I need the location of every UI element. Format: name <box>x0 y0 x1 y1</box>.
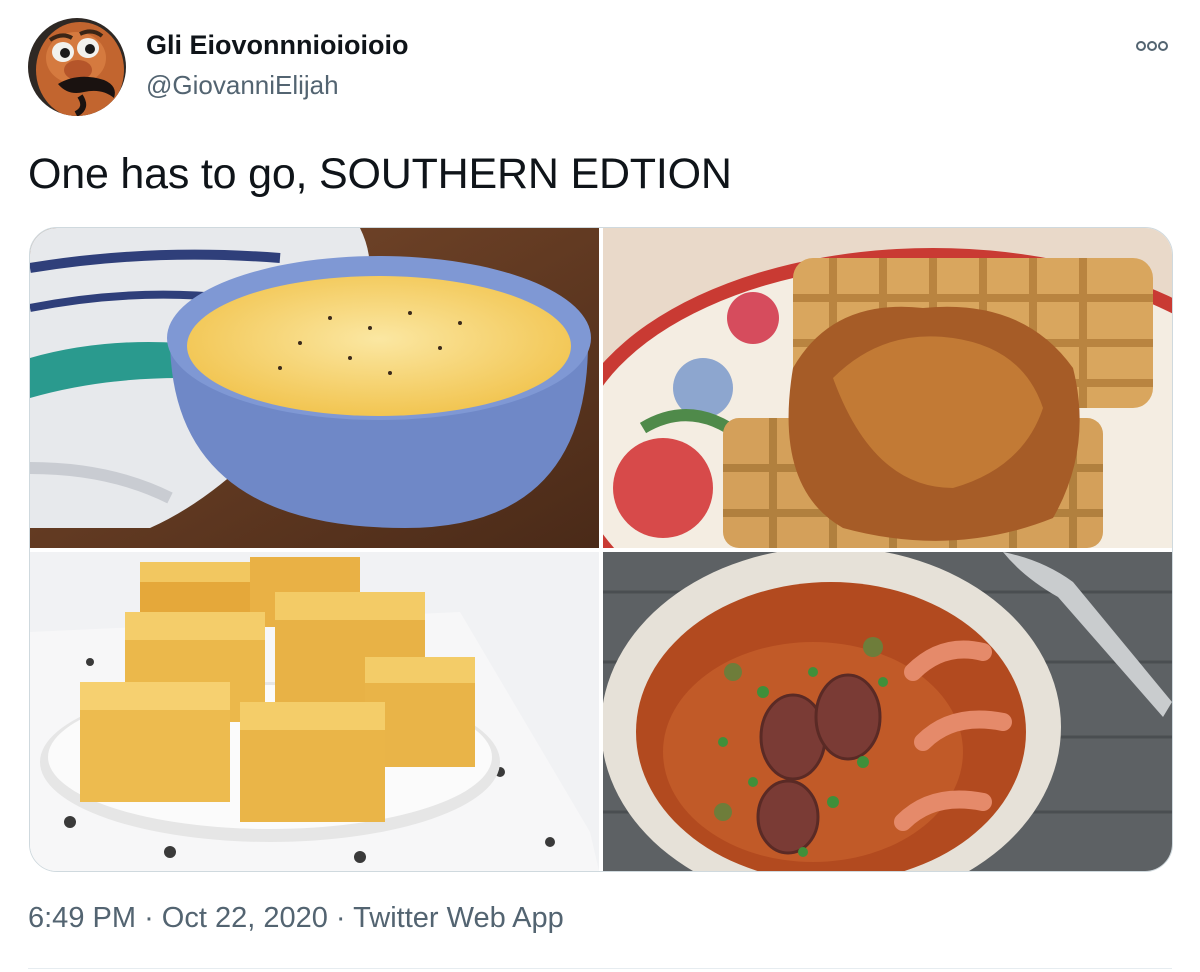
media-image-gumbo[interactable] <box>603 552 1172 871</box>
media-image-grits[interactable] <box>30 228 599 548</box>
chicken-waffles-image <box>603 228 1172 548</box>
divider <box>28 968 1172 969</box>
avatar[interactable] <box>28 18 126 116</box>
more-options-button[interactable] <box>1132 32 1172 60</box>
media-image-cornbread[interactable] <box>30 552 599 871</box>
media-image-chicken-waffles[interactable] <box>603 228 1172 548</box>
author-display-name[interactable]: Gli Eiovonnnioioioio <box>146 30 408 61</box>
meta-separator: · <box>144 902 154 934</box>
cornbread-image <box>30 552 599 871</box>
author-handle[interactable]: @GiovanniElijah <box>146 70 339 101</box>
media-grid <box>29 227 1173 872</box>
cartoon-character-avatar-icon <box>28 18 126 116</box>
meta-separator: · <box>335 902 346 934</box>
tweet-time[interactable]: 6:49 PM <box>28 902 136 934</box>
tweet-source[interactable]: Twitter Web App <box>353 902 564 934</box>
more-options-icon <box>1136 41 1168 51</box>
tweet-metadata: 6:49 PM · Oct 22, 2020 · Twitter Web App <box>28 902 564 935</box>
tweet-text: One has to go, SOUTHERN EDTION <box>28 150 732 198</box>
gumbo-image <box>603 552 1172 871</box>
tweet-date[interactable]: Oct 22, 2020 <box>162 902 328 934</box>
grits-bowl-image <box>30 228 599 548</box>
